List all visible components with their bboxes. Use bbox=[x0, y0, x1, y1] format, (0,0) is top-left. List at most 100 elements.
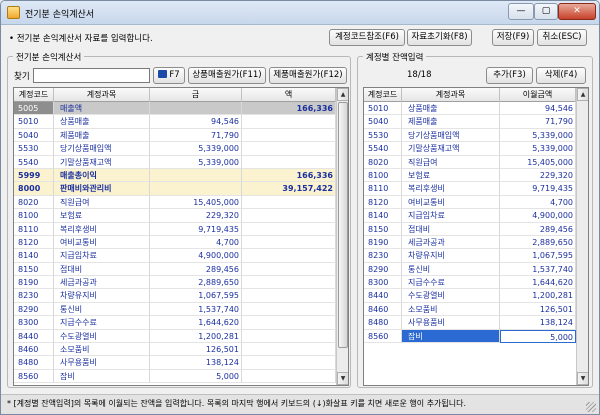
income-statement-cell-total[interactable] bbox=[242, 209, 336, 223]
income-statement-cell-total[interactable] bbox=[242, 369, 336, 384]
balance-cell-amount[interactable]: 1,537,740 bbox=[500, 262, 576, 277]
income-statement-cell-total[interactable] bbox=[242, 235, 336, 250]
balance-cell-code[interactable]: 8290 bbox=[364, 262, 402, 277]
income-statement-cell-name[interactable]: 판매비와관리비 bbox=[54, 182, 150, 196]
income-statement-cell-amount[interactable]: 126,501 bbox=[150, 343, 242, 357]
income-statement-cell-total[interactable] bbox=[242, 155, 336, 169]
income-statement-cell-total[interactable] bbox=[242, 329, 336, 344]
income-statement-row[interactable]: 8110 복리후생비 9,719,435 bbox=[14, 222, 336, 236]
add-button[interactable]: 추가(F3) bbox=[486, 67, 533, 84]
balance-row[interactable]: 8300 지급수수료 1,644,620 bbox=[364, 276, 576, 290]
balance-cell-amount[interactable]: 15,405,000 bbox=[500, 155, 576, 169]
balance-cell-code[interactable]: 8560 bbox=[364, 329, 402, 344]
income-statement-cell-code[interactable]: 5530 bbox=[14, 142, 54, 156]
income-statement-cell-total[interactable] bbox=[242, 249, 336, 263]
scroll-down-arrow-icon[interactable]: ▼ bbox=[577, 372, 588, 385]
income-statement-cell-code[interactable]: 8020 bbox=[14, 195, 54, 210]
income-statement-cell-name[interactable]: 복리후생비 bbox=[54, 222, 150, 236]
balance-row[interactable]: 8020 직원급여 15,405,000 bbox=[364, 155, 576, 169]
income-statement-cell-amount[interactable]: 5,000 bbox=[150, 369, 242, 384]
income-statement-cell-amount[interactable] bbox=[150, 102, 242, 116]
income-statement-cell-amount[interactable]: 5,339,000 bbox=[150, 155, 242, 169]
income-statement-cell-code[interactable]: 8150 bbox=[14, 262, 54, 277]
balance-input-grid-body[interactable]: 5010 상품매출 94,546 5040 제품매출 71,790 5530 당기상품매입액 5… bbox=[364, 102, 576, 344]
scroll-thumb[interactable] bbox=[338, 102, 348, 348]
income-statement-row[interactable]: 8120 여비교통비 4,700 bbox=[14, 235, 336, 250]
income-statement-cell-total[interactable] bbox=[242, 289, 336, 303]
income-statement-cell-name[interactable]: 매출총이익 bbox=[54, 168, 150, 183]
balance-row[interactable]: 8150 접대비 289,456 bbox=[364, 222, 576, 236]
income-statement-row[interactable]: 8000 판매비와관리비 39,157,422 bbox=[14, 182, 336, 196]
income-statement-cell-total[interactable]: 166,336 bbox=[242, 102, 336, 116]
income-statement-cell-amount[interactable]: 9,719,435 bbox=[150, 222, 242, 236]
income-statement-cell-total[interactable] bbox=[242, 128, 336, 143]
income-statement-row[interactable]: 5540 기말상품재고액 5,339,000 bbox=[14, 155, 336, 169]
income-statement-cell-total[interactable] bbox=[242, 276, 336, 290]
balance-cell-code[interactable]: 8190 bbox=[364, 235, 402, 250]
income-statement-cell-name[interactable]: 매출액 bbox=[54, 102, 150, 116]
income-statement-cell-code[interactable]: 8480 bbox=[14, 356, 54, 370]
income-statement-cell-total[interactable] bbox=[242, 343, 336, 357]
income-statement-row[interactable]: 8100 보험료 229,320 bbox=[14, 209, 336, 223]
balance-row[interactable]: 8190 세금과공과 2,889,650 bbox=[364, 235, 576, 250]
income-statement-cell-amount[interactable]: 229,320 bbox=[150, 209, 242, 223]
manufactured-cogs-button[interactable]: 제품매출원가(F12) bbox=[269, 67, 347, 84]
save-button[interactable]: 저장(F9) bbox=[492, 29, 534, 46]
income-statement-row[interactable]: 8230 차량유지비 1,067,595 bbox=[14, 289, 336, 303]
income-statement-cell-amount[interactable]: 1,644,620 bbox=[150, 316, 242, 330]
balance-row[interactable]: 5040 제품매출 71,790 bbox=[364, 115, 576, 129]
account-code-ref-button[interactable]: 계정코드참조(F6) bbox=[329, 29, 405, 46]
income-statement-row[interactable]: 8190 세금과공과 2,889,650 bbox=[14, 276, 336, 290]
income-statement-column-header[interactable]: 금 bbox=[150, 88, 242, 102]
search-f7-button[interactable]: F7 bbox=[153, 67, 185, 84]
balance-row[interactable]: 8290 통신비 1,537,740 bbox=[364, 262, 576, 277]
income-statement-cell-code[interactable]: 8110 bbox=[14, 222, 54, 236]
balance-row[interactable]: 8480 사무용품비 138,124 bbox=[364, 316, 576, 330]
balance-column-header[interactable]: 계정코드 bbox=[364, 88, 402, 102]
income-statement-cell-amount[interactable] bbox=[150, 182, 242, 196]
income-statement-cell-total[interactable] bbox=[242, 195, 336, 210]
maximize-button[interactable]: ▢ bbox=[534, 3, 558, 20]
income-statement-row[interactable]: 5040 제품매출 71,790 bbox=[14, 128, 336, 143]
balance-row[interactable]: 8100 보험료 229,320 bbox=[364, 168, 576, 183]
delete-button[interactable]: 삭제(F4) bbox=[536, 67, 586, 84]
income-statement-cell-total[interactable] bbox=[242, 302, 336, 317]
income-statement-cell-total[interactable] bbox=[242, 262, 336, 277]
income-statement-cell-name[interactable]: 통신비 bbox=[54, 302, 150, 317]
income-statement-cell-total[interactable] bbox=[242, 356, 336, 370]
balance-cell-name[interactable]: 보험료 bbox=[402, 168, 500, 183]
income-statement-cell-code[interactable]: 5040 bbox=[14, 128, 54, 143]
income-statement-cell-code[interactable]: 8000 bbox=[14, 182, 54, 196]
income-statement-row[interactable]: 5005 매출액 166,336 bbox=[14, 102, 336, 116]
balance-column-header[interactable]: 계정과목 bbox=[402, 88, 500, 102]
scroll-up-arrow-icon[interactable]: ▲ bbox=[337, 88, 348, 101]
income-statement-cell-code[interactable]: 8190 bbox=[14, 276, 54, 290]
income-statement-cell-name[interactable]: 상품매출 bbox=[54, 115, 150, 129]
income-statement-cell-code[interactable]: 5005 bbox=[14, 102, 54, 116]
income-statement-cell-code[interactable]: 8460 bbox=[14, 343, 54, 357]
income-statement-cell-total[interactable]: 39,157,422 bbox=[242, 182, 336, 196]
balance-cell-amount[interactable]: 229,320 bbox=[500, 168, 576, 183]
balance-cell-code[interactable]: 8230 bbox=[364, 249, 402, 263]
minimize-button[interactable]: — bbox=[508, 3, 534, 20]
balance-cell-name[interactable]: 여비교통비 bbox=[402, 195, 500, 210]
income-statement-row[interactable]: 8290 통신비 1,537,740 bbox=[14, 302, 336, 317]
income-statement-cell-name[interactable]: 당기상품매입액 bbox=[54, 142, 150, 156]
income-statement-cell-code[interactable]: 8560 bbox=[14, 369, 54, 384]
income-statement-cell-total[interactable] bbox=[242, 142, 336, 156]
balance-row[interactable]: 5540 기말상품재고액 5,339,000 bbox=[364, 142, 576, 156]
balance-row[interactable]: 8140 지급임차료 4,900,000 bbox=[364, 209, 576, 223]
balance-row[interactable]: 5530 당기상품매입액 5,339,000 bbox=[364, 128, 576, 143]
balance-cell-amount[interactable]: 4,900,000 bbox=[500, 209, 576, 223]
income-statement-cell-code[interactable]: 8140 bbox=[14, 249, 54, 263]
balance-cell-name[interactable]: 상품매출 bbox=[402, 102, 500, 116]
balance-cell-amount[interactable]: 1,644,620 bbox=[500, 276, 576, 290]
balance-cell-amount[interactable]: 1,200,281 bbox=[500, 289, 576, 303]
balance-cell-amount[interactable]: 9,719,435 bbox=[500, 182, 576, 196]
income-statement-row[interactable]: 5010 상품매출 94,546 bbox=[14, 115, 336, 129]
income-statement-row[interactable]: 5530 당기상품매입액 5,339,000 bbox=[14, 142, 336, 156]
balance-row[interactable]: 8460 소모품비 126,501 bbox=[364, 302, 576, 317]
income-statement-cell-code[interactable]: 8230 bbox=[14, 289, 54, 303]
income-statement-cell-name[interactable]: 보험료 bbox=[54, 209, 150, 223]
balance-row[interactable]: 5010 상품매출 94,546 bbox=[364, 102, 576, 116]
